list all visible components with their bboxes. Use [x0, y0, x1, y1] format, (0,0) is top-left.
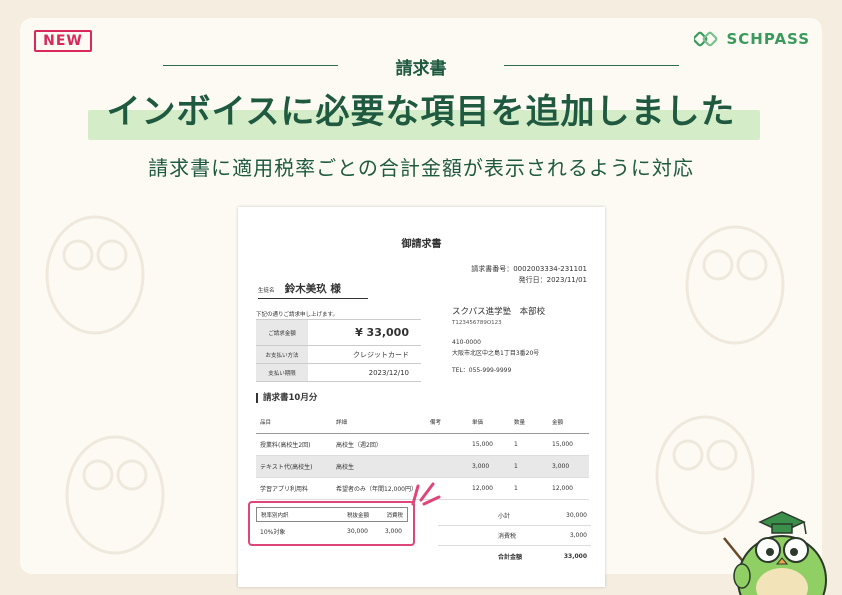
cell-qty: 1 [510, 477, 548, 500]
total-value: 33,000 [563, 552, 587, 560]
column-header: 数量 [510, 411, 548, 434]
table-row: ご請求金額 ¥ 33,000 [256, 319, 421, 346]
cell-qty: 1 [510, 455, 548, 478]
total-value: 30,000 [566, 512, 587, 519]
headline: インボイスに必要な項目を追加しました [106, 92, 736, 132]
column-header: 備考 [426, 411, 468, 434]
cell-amount: 15,000 [548, 433, 589, 456]
cell-price: 3,000 [468, 455, 510, 478]
cell-qty: 1 [510, 433, 548, 456]
subtotal-row: 小計 30,000 [438, 506, 591, 526]
owl-background-icon [65, 435, 165, 555]
payment-key: お支払い方法 [256, 345, 308, 364]
column-header: 金額 [548, 411, 589, 434]
cell-note [426, 455, 468, 478]
invoice-meta: 請求書番号：0002003334-231101 発行日：2023/11/01 [471, 264, 587, 286]
payment-value: ¥ 33,000 [308, 319, 421, 346]
invoice-title: 御請求書 [401, 239, 442, 250]
payment-value: クレジットカード [308, 345, 421, 364]
total-label: 合計金額 [498, 553, 523, 561]
cell-amount: 12,000 [548, 477, 589, 500]
total-label: 消費税 [498, 533, 517, 540]
table-row: テキスト代(高校生) 高校生 3,000 1 3,000 [256, 455, 589, 478]
student-name: 鈴木美玖 様 [284, 283, 341, 295]
cell-amount: 3,000 [548, 455, 589, 478]
cell-item: テキスト代(高校生) [256, 455, 332, 478]
column-header: 詳細 [332, 411, 426, 434]
totals: 小計 30,000 消費税 3,000 合計金額 33,000 [438, 506, 591, 566]
cell-detail: 高校生 [332, 455, 426, 478]
logo-text: SCHPASS [726, 30, 810, 48]
school-info: スクパス進学塾 本部校 T123456789O123 410-0000 大阪市北… [452, 307, 545, 376]
payment-summary-table: ご請求金額 ¥ 33,000 お支払い方法 クレジットカード 支払い期限 202… [256, 319, 421, 382]
table-header-row: 品目 詳細 備考 単価 数量 金額 [256, 411, 589, 434]
student-field: 生徒名 鈴木美玖 様 [258, 281, 368, 299]
school-tel: TEL：055-999-9999 [452, 367, 512, 374]
invoice-section-heading: 請求書10月分 [256, 393, 317, 403]
subheadline: 請求書に適用税率ごとの合計金額が表示されるように対応 [148, 156, 694, 180]
grand-total-row: 合計金額 33,000 [438, 546, 591, 566]
invoice-date: 発行日：2023/11/01 [518, 276, 587, 284]
emphasis-sparks-icon [411, 482, 441, 506]
invoice-number: 請求書番号：0002003334-231101 [471, 265, 587, 273]
column-header: 単価 [468, 411, 510, 434]
payment-key: 支払い期限 [256, 363, 308, 382]
cell-price: 12,000 [468, 477, 510, 500]
cell-item: 学習アプリ利用料 [256, 477, 332, 500]
student-label: 生徒名 [258, 288, 275, 294]
payment-value: 2023/12/10 [308, 363, 421, 382]
table-row: 支払い期限 2023/12/10 [256, 363, 421, 382]
section-label: 請求書 [395, 59, 447, 79]
new-badge: NEW [34, 30, 92, 52]
owl-mascot-icon [723, 511, 827, 595]
owl-background-icon [685, 225, 785, 345]
cell-detail: 高校生（週2回） [332, 433, 426, 456]
payment-key: ご請求金額 [256, 319, 308, 346]
school-postal: 410-0000 [452, 339, 481, 346]
table-row: お支払い方法 クレジットカード [256, 345, 421, 364]
table-row: 授業料(高校生2回) 高校生（週2回） 15,000 1 15,000 [256, 433, 589, 456]
tax-breakdown-highlight [248, 501, 415, 546]
school-address: 大阪市北区中之島1丁目3番20号 [452, 350, 540, 357]
total-value: 3,000 [569, 532, 587, 539]
owl-background-icon [45, 215, 145, 335]
request-note: 下記の通りご請求申し上げます。 [256, 312, 338, 318]
school-reg-number: T123456789O123 [452, 320, 502, 326]
cell-item: 授業料(高校生2回) [256, 433, 332, 456]
tax-row: 消費税 3,000 [438, 526, 591, 546]
schpass-logo-icon [694, 31, 718, 47]
total-label: 小計 [498, 513, 511, 520]
cell-note [426, 433, 468, 456]
brand-logo: SCHPASS [694, 30, 810, 48]
school-name: スクパス進学塾 本部校 [452, 307, 546, 317]
cell-price: 15,000 [468, 433, 510, 456]
column-header: 品目 [256, 411, 332, 434]
